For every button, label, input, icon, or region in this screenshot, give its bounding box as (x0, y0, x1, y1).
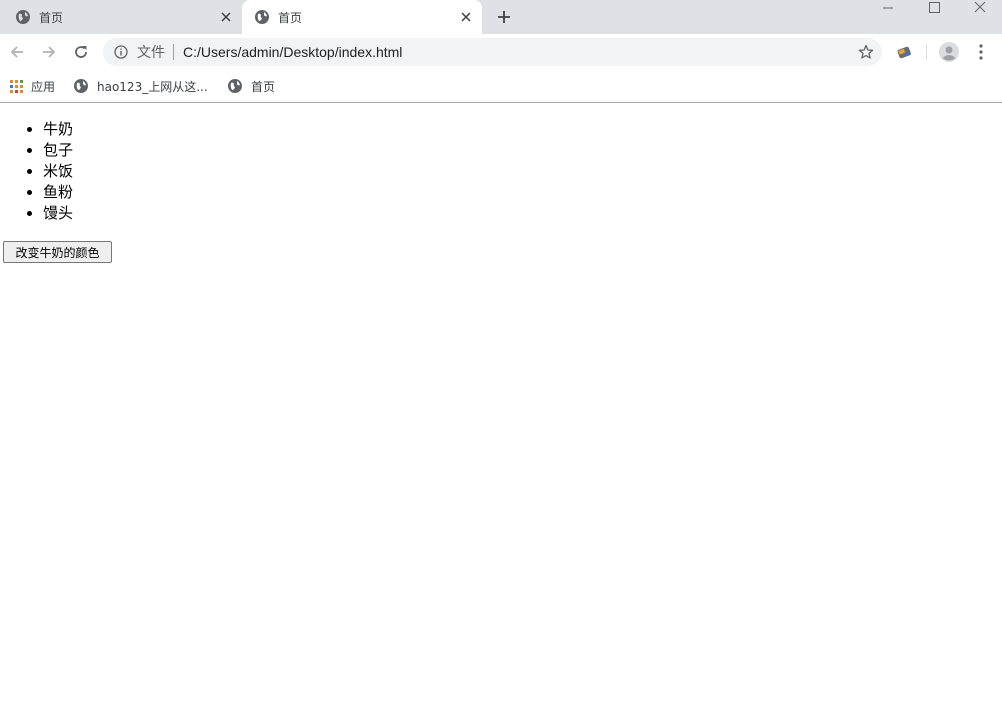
bookmarks-bar: 应用 hao123_上网从这... 首页 (0, 70, 1002, 103)
address-bar[interactable]: 文件 C:/Users/admin/Desktop/index.html (103, 38, 882, 66)
omnibox-divider (173, 44, 174, 60)
globe-icon (16, 10, 30, 24)
extension-icon[interactable] (892, 40, 916, 64)
list-item: 鱼粉 (43, 182, 73, 203)
food-list: 牛奶 包子 米饭 鱼粉 馒头 (0, 119, 73, 224)
info-icon[interactable] (113, 44, 129, 60)
bookmark-label: hao123_上网从这... (97, 79, 208, 94)
profile-avatar-icon[interactable] (937, 40, 961, 64)
globe-icon (228, 79, 242, 93)
plus-icon[interactable] (494, 8, 514, 26)
close-icon[interactable] (458, 9, 474, 25)
tab-title: 首页 (278, 10, 303, 25)
security-chip-label: 文件 (137, 45, 165, 61)
minimize-icon[interactable] (873, 0, 903, 14)
star-icon[interactable] (858, 44, 874, 60)
apps-grid-icon (10, 79, 23, 93)
back-arrow-icon[interactable] (5, 40, 29, 64)
maximize-icon[interactable] (919, 0, 949, 14)
list-item: 米饭 (43, 161, 73, 182)
browser-toolbar: 文件 C:/Users/admin/Desktop/index.html (0, 34, 1002, 70)
tab-title: 首页 (39, 10, 64, 25)
tab-active[interactable]: 首页 (242, 0, 482, 34)
url-text[interactable]: C:/Users/admin/Desktop/index.html (183, 44, 402, 60)
globe-icon (255, 10, 269, 24)
globe-icon (74, 79, 88, 93)
change-milk-color-button[interactable]: 改变牛奶的颜色 (3, 241, 112, 263)
bookmark-label: 首页 (251, 79, 276, 94)
list-item: 包子 (43, 140, 73, 161)
close-icon[interactable] (218, 9, 234, 25)
forward-arrow-icon[interactable] (37, 40, 61, 64)
list-item: 馒头 (43, 203, 73, 224)
tab-strip: 首页 首页 (0, 0, 1002, 34)
bookmark-home[interactable]: 首页 (227, 77, 275, 95)
list-item: 牛奶 (43, 119, 73, 140)
toolbar-divider (926, 44, 927, 60)
tab-inactive[interactable]: 首页 (0, 0, 242, 34)
bookmark-apps[interactable]: 应用 (10, 77, 55, 95)
bookmark-label: 应用 (31, 79, 56, 94)
kebab-menu-icon[interactable] (969, 40, 993, 64)
bookmark-hao123[interactable]: hao123_上网从这... (73, 77, 208, 95)
page-content: 牛奶 包子 米饭 鱼粉 馒头 改变牛奶的颜色 (0, 103, 1002, 709)
reload-icon[interactable] (69, 40, 93, 64)
window-close-icon[interactable] (965, 0, 995, 14)
